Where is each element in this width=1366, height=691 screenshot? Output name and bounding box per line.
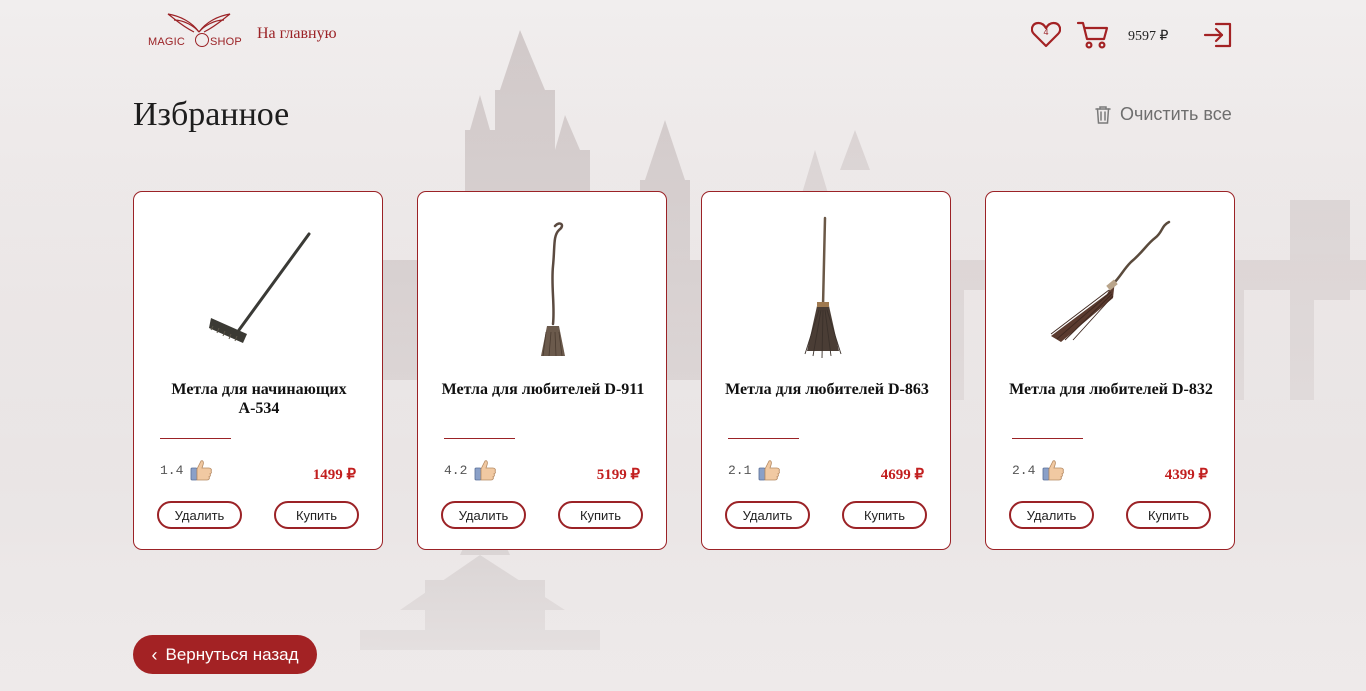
product-image[interactable] [443,206,643,366]
product-price: 4399 ₽ [1164,467,1208,483]
product-name[interactable]: Метла для любителей D-863 [717,380,937,399]
product-name[interactable]: Метла для любителей D-832 [1001,380,1221,399]
rating-value: 4.2 [444,462,468,478]
product-name[interactable]: Метла для любителей D-911 [433,380,653,399]
product-image[interactable] [159,206,359,366]
product-image[interactable] [1011,206,1211,366]
product-card: Метла для начинающих А-534 1.4 1499 ₽ Уд… [133,191,383,550]
product-image[interactable] [727,206,927,366]
product-rating: 2.4 [1012,458,1065,482]
header: MAGIC SHOP На главную 4 9597 ₽ [0,0,1366,70]
clear-all-button[interactable]: Очистить все [1094,104,1232,125]
cart-total: 9597 ₽ [1128,29,1169,44]
buy-button[interactable]: Купить [1126,501,1211,529]
logo-emblem [195,33,209,47]
delete-button[interactable]: Удалить [441,501,526,529]
rating-value: 2.1 [728,462,752,478]
divider [728,438,799,439]
logout-icon[interactable] [1203,21,1233,49]
delete-button[interactable]: Удалить [1009,501,1094,529]
product-price: 1499 ₽ [312,467,356,483]
product-card: Метла для любителей D-911 4.2 5199 ₽ Уда… [417,191,667,550]
trash-icon [1095,105,1111,124]
cart-icon[interactable] [1076,20,1110,50]
thumbs-up-icon [191,460,213,481]
logo-text-shop: SHOP [210,36,242,48]
product-name[interactable]: Метла для начинающих А-534 [149,380,369,418]
chevron-left-icon: ‹ [151,644,158,665]
back-button-label: Вернуться назад [165,644,299,664]
favorites-count: 4 [1043,27,1049,37]
divider [1012,438,1083,439]
thumbs-up-icon [1043,460,1065,481]
buy-button[interactable]: Купить [274,501,359,529]
delete-button[interactable]: Удалить [157,501,242,529]
rating-value: 1.4 [160,462,184,478]
product-rating: 1.4 [160,458,213,482]
thumbs-up-icon [475,460,497,481]
product-card: Метла для любителей D-832 2.4 4399 ₽ Уда… [985,191,1235,550]
logo-text-magic: MAGIC [148,36,186,48]
home-link[interactable]: На главную [257,25,337,43]
divider [160,438,231,439]
product-rating: 4.2 [444,458,497,482]
product-card: Метла для любителей D-863 2.1 4699 ₽ Уда… [701,191,951,550]
product-price: 4699 ₽ [880,467,924,483]
favorites-list: Метла для начинающих А-534 1.4 1499 ₽ Уд… [133,191,1235,550]
page-title: Избранное [133,96,290,133]
thumbs-up-icon [759,460,781,481]
product-rating: 2.1 [728,458,781,482]
logo[interactable]: MAGIC SHOP [146,12,242,52]
clear-all-label: Очистить все [1120,104,1232,124]
delete-button[interactable]: Удалить [725,501,810,529]
buy-button[interactable]: Купить [558,501,643,529]
divider [444,438,515,439]
back-button[interactable]: ‹ Вернуться назад [133,635,317,674]
rating-value: 2.4 [1012,462,1036,478]
buy-button[interactable]: Купить [842,501,927,529]
product-price: 5199 ₽ [596,467,640,483]
